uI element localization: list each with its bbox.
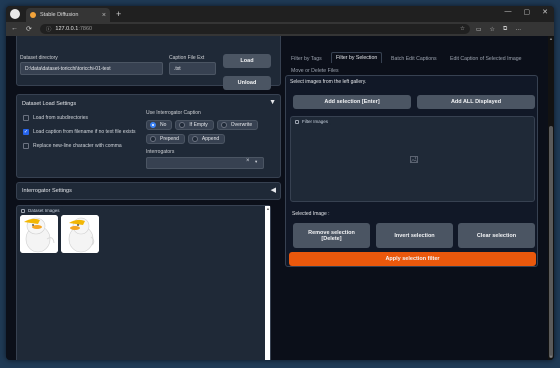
checkbox-label: Replace new-line character with comma — [33, 143, 122, 149]
checkbox-icon[interactable] — [23, 115, 29, 121]
tab-close-icon[interactable]: × — [102, 12, 106, 19]
address-bar-row: ← ⟳ ⓘ 127.0.0.1 :7860 ☆ ▭ ☆ ⧉ … — [6, 22, 554, 36]
checkbox-icon[interactable] — [23, 143, 29, 149]
load-settings-panel: Dataset Load Settings ▼ Load from subdir… — [16, 94, 281, 178]
clear-selection-button[interactable]: Clear selection — [458, 223, 535, 248]
interrogator-caption-label: Use Interrogator Caption — [146, 110, 201, 116]
load-button[interactable]: Load — [223, 54, 271, 68]
profile-avatar[interactable] — [10, 9, 20, 19]
caption-ext-label: Caption File Ext — [169, 55, 205, 61]
add-selection-button[interactable]: Add selection [Enter] — [293, 95, 411, 109]
filter-images-label: Filter Images — [292, 118, 332, 125]
interrogator-settings-title: Interrogator Settings — [22, 188, 72, 194]
bookmark-star-icon[interactable]: ☆ — [460, 26, 465, 32]
checkbox-subdirectories[interactable]: Load from subdirectories — [23, 115, 88, 121]
interrogator-settings-panel[interactable]: Interrogator Settings ◀ — [16, 182, 281, 200]
remove-selection-button[interactable]: Remove selection [Delete] — [293, 223, 370, 248]
gallery-label-text: Dataset Images — [28, 208, 60, 213]
left-column: Dataset directory D:\data\dataset-toricc… — [16, 36, 281, 360]
site-info-icon[interactable]: ⓘ — [46, 25, 52, 33]
collections-icon[interactable]: ⧉ — [503, 26, 507, 33]
page-scrollbar-thumb[interactable] — [549, 126, 553, 358]
favicon-icon — [30, 12, 36, 18]
checkbox-caption-from-filename[interactable]: ✓ Load caption from filename if no text … — [23, 129, 136, 135]
radio-label: If Empty — [189, 122, 208, 128]
checkbox-label: Load from subdirectories — [33, 115, 89, 121]
gallery-thumbnail[interactable] — [20, 215, 58, 253]
radio-icon — [150, 136, 156, 142]
new-tab-button[interactable]: + — [116, 9, 121, 19]
tab-title: Stable Diffusion — [40, 12, 79, 18]
radio-append[interactable]: Append — [187, 134, 226, 144]
filter-images-label-text: Filter Images — [302, 119, 329, 124]
scroll-up-icon[interactable]: ▲ — [549, 36, 553, 41]
minimize-icon[interactable]: — — [505, 8, 512, 16]
checkbox-checked-icon[interactable]: ✓ — [23, 129, 29, 135]
dataset-gallery: Dataset Images ▲ — [16, 205, 271, 360]
dropdown-arrow-icon[interactable]: ▾ — [255, 159, 257, 165]
filter-images-gallery: Filter Images — [290, 116, 535, 202]
browser-tab[interactable]: Stable Diffusion × — [26, 8, 110, 22]
favorites-icon[interactable]: ☆ — [490, 26, 495, 33]
expand-triangle-icon[interactable]: ◀ — [271, 186, 276, 194]
radio-icon — [179, 122, 186, 128]
duck-icon — [61, 215, 99, 253]
image-placeholder-icon — [410, 156, 418, 163]
load-settings-title: Dataset Load Settings — [22, 101, 77, 107]
checkbox-replace-newline[interactable]: Replace new-line character with comma — [23, 143, 122, 149]
radio-if-empty[interactable]: If Empty — [175, 120, 214, 130]
radio-icon — [191, 136, 198, 142]
duck-icon — [20, 215, 58, 253]
image-icon — [295, 119, 299, 124]
tab-edit-caption-selected-image[interactable]: Edit Caption of Selected Image — [446, 54, 526, 64]
image-icon — [21, 208, 25, 213]
gallery-scrollbar[interactable] — [265, 206, 270, 360]
add-all-displayed-button[interactable]: Add ALL Displayed — [417, 95, 535, 109]
radio-icon — [220, 122, 227, 128]
close-window-icon[interactable]: ✕ — [542, 8, 548, 16]
url-port: :7860 — [78, 26, 93, 32]
reload-icon[interactable]: ⟳ — [26, 25, 32, 33]
radio-prepend[interactable]: Prepend — [146, 134, 185, 144]
url-host: 127.0.0.1 — [55, 26, 79, 32]
extensions-icon[interactable]: ▭ — [476, 26, 482, 33]
scroll-down-icon[interactable]: ▼ — [549, 354, 553, 359]
interrogators-label: Interrogators — [146, 149, 175, 155]
right-column: Filter by Tags Filter by Selection Batch… — [285, 36, 538, 360]
caption-ext-input[interactable]: .txt — [169, 62, 216, 75]
back-icon[interactable]: ← — [11, 25, 18, 33]
radio-selected-icon — [150, 122, 156, 128]
invert-selection-button[interactable]: Invert selection — [376, 223, 453, 248]
radio-label: Append — [201, 136, 220, 142]
checkbox-label: Load caption from filename if no text fi… — [33, 129, 136, 135]
selection-panel: Select images from the left gallery. Add… — [285, 75, 538, 267]
radio-no[interactable]: No — [146, 120, 173, 130]
maximize-icon[interactable]: ▢ — [524, 8, 531, 16]
radio-label: No — [160, 122, 167, 128]
gallery-label: Dataset Images — [18, 207, 63, 214]
apply-selection-filter-button[interactable]: Apply selection filter — [289, 252, 536, 266]
gallery-thumbnail[interactable] — [61, 215, 99, 253]
collapse-triangle-icon[interactable]: ▼ — [269, 99, 276, 106]
browser-window: Stable Diffusion × + — ▢ ✕ ← ⟳ ⓘ 127.0.0… — [6, 6, 554, 360]
selected-image-label: Selected Image : — [292, 211, 330, 217]
radio-label: Overwrite — [230, 122, 253, 128]
unload-button[interactable]: Unload — [223, 76, 271, 90]
tab-batch-edit-captions[interactable]: Batch Edit Captions — [387, 54, 441, 64]
scroll-up-icon[interactable]: ▲ — [266, 206, 270, 211]
menu-icon[interactable]: … — [515, 26, 521, 33]
radio-overwrite[interactable]: Overwrite — [216, 120, 259, 130]
tab-filter-by-tags[interactable]: Filter by Tags — [287, 54, 326, 64]
title-bar: Stable Diffusion × + — ▢ ✕ — [6, 6, 554, 22]
instruction-text: Select images from the left gallery. — [290, 79, 367, 85]
dataset-directory-label: Dataset directory — [20, 55, 58, 61]
radio-label: Prepend — [160, 136, 179, 142]
clear-x-icon[interactable]: × — [246, 158, 250, 164]
url-field[interactable]: ⓘ 127.0.0.1 :7860 ☆ — [39, 24, 470, 34]
page-content: Dataset directory D:\data\dataset-toricc… — [6, 36, 554, 360]
dataset-directory-input[interactable]: D:\data\dataset-toricchi\toricchi-01-tes… — [20, 62, 163, 75]
tab-filter-by-selection[interactable]: Filter by Selection — [331, 52, 383, 63]
remove-selection-shortcut: [Delete] — [321, 235, 342, 242]
